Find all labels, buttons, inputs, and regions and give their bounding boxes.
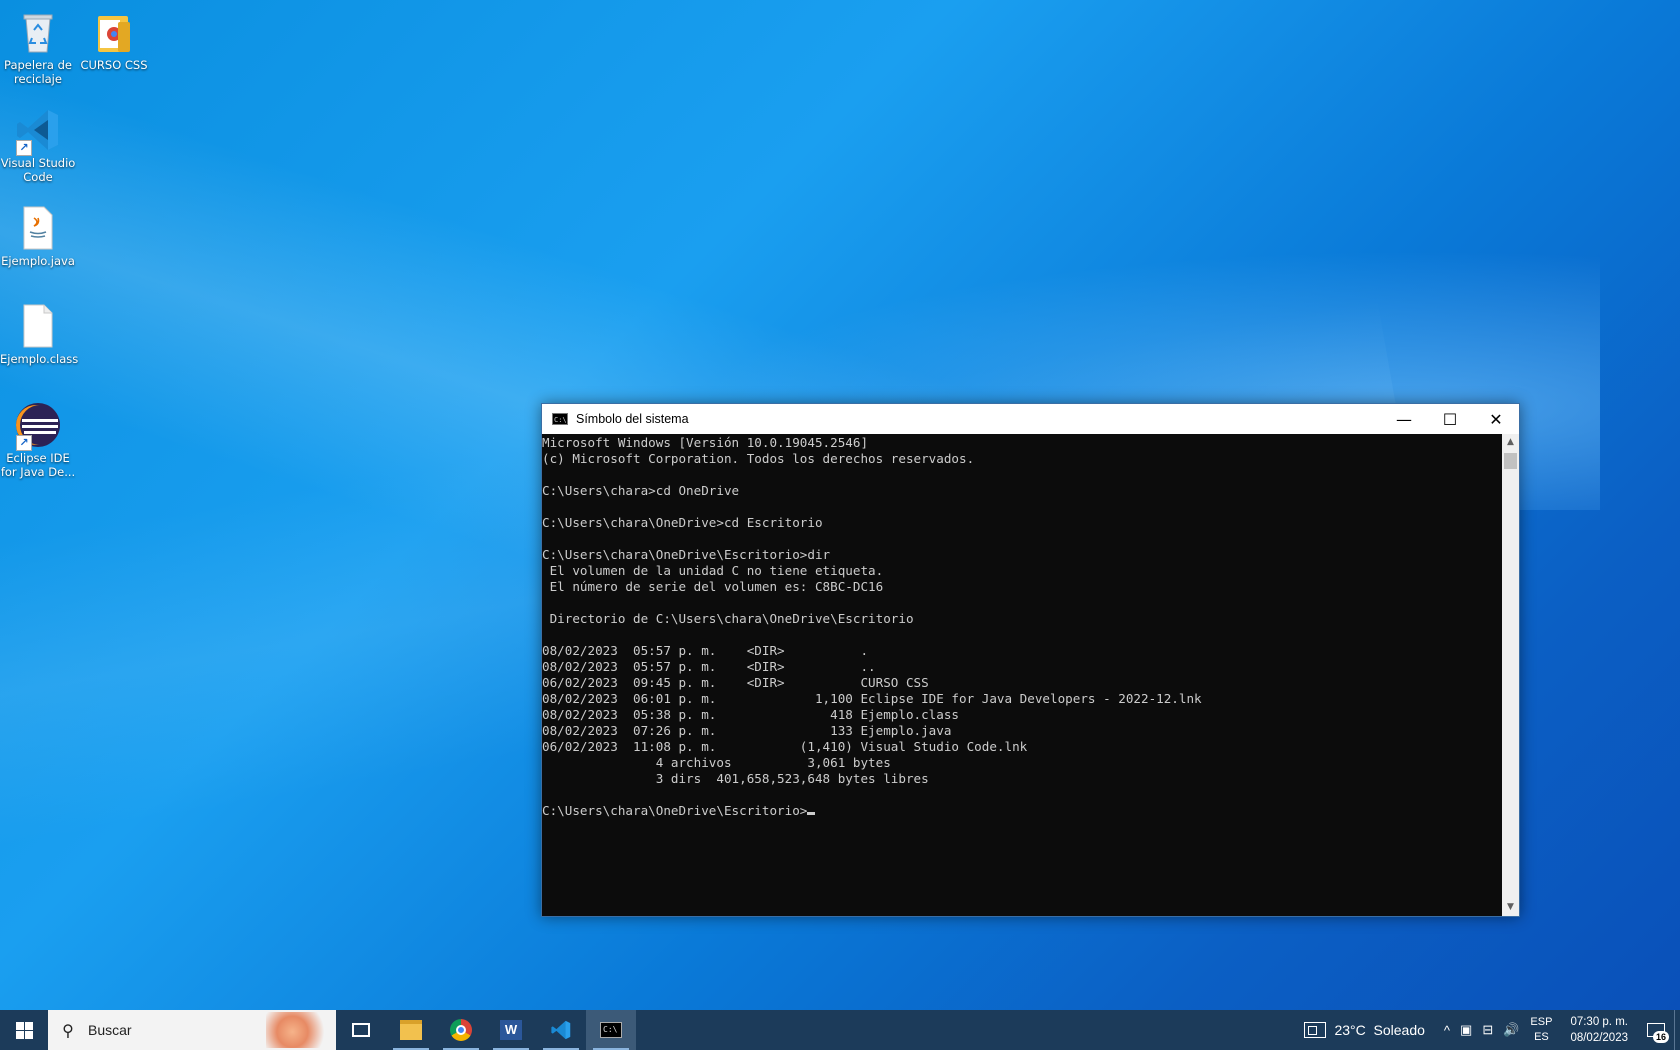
console-line: Microsoft Windows [Versión 10.0.19045.25… xyxy=(542,435,869,450)
console-line: 06/02/2023 09:45 p. m. <DIR> CURSO CSS xyxy=(542,675,929,690)
taskbar-file-explorer[interactable] xyxy=(386,1010,436,1050)
command-prompt-icon: C:\ xyxy=(552,413,568,425)
scroll-up-button[interactable]: ▲ xyxy=(1502,434,1519,451)
network-icon[interactable]: ⊟ xyxy=(1482,1022,1493,1038)
clock-date: 08/02/2023 xyxy=(1570,1032,1628,1044)
taskbar: ⚲ Buscar W C:\ 23°C Soleado ^ ▣ ⊟ 🔊 ESP … xyxy=(0,1010,1680,1050)
desktop-icon-label: Papelera de reciclaje xyxy=(4,58,72,86)
java-file-icon xyxy=(14,204,62,252)
vertical-scrollbar[interactable]: ▲ ▼ xyxy=(1502,434,1519,916)
search-highlight-image xyxy=(266,1012,332,1048)
taskbar-command-prompt[interactable]: C:\ xyxy=(586,1010,636,1050)
console-line: 08/02/2023 06:01 p. m. 1,100 Eclipse IDE… xyxy=(542,691,1202,706)
language-indicator[interactable]: ESP ES xyxy=(1530,1015,1552,1045)
console-line: 3 dirs 401,658,523,648 bytes libres xyxy=(542,771,929,786)
meet-now-icon[interactable]: ▣ xyxy=(1460,1022,1472,1038)
console-line: (c) Microsoft Corporation. Todos los der… xyxy=(542,451,975,466)
weather-temp: 23°C xyxy=(1334,1022,1366,1038)
window-titlebar[interactable]: C:\ Símbolo del sistema — ☐ ✕ xyxy=(542,404,1519,434)
show-desktop-button[interactable] xyxy=(1674,1010,1680,1050)
search-box[interactable]: ⚲ Buscar xyxy=(48,1010,336,1050)
taskbar-word[interactable]: W xyxy=(486,1010,536,1050)
console-line: 4 archivos 3,061 bytes xyxy=(542,755,891,770)
file-explorer-icon xyxy=(400,1020,422,1040)
clock-time: 07:30 p. m. xyxy=(1570,1016,1628,1028)
console-line: 06/02/2023 11:08 p. m. (1,410) Visual St… xyxy=(542,739,1028,754)
recycle-bin-icon xyxy=(14,8,62,56)
close-button[interactable]: ✕ xyxy=(1473,404,1519,434)
desktop-icon-vscode[interactable]: ↗ Visual Studio Code xyxy=(0,100,76,184)
console-line: El volumen de la unidad C no tiene etiqu… xyxy=(542,563,884,578)
desktop-icon-label: Ejemplo.java xyxy=(1,254,75,268)
weather-widget[interactable]: 23°C Soleado xyxy=(1304,1022,1425,1038)
language-code: ESP xyxy=(1530,1016,1553,1028)
console-line: C:\Users\chara>cd OneDrive xyxy=(542,483,740,498)
notifications-button[interactable]: 16 xyxy=(1638,1010,1674,1050)
command-prompt-window[interactable]: C:\ Símbolo del sistema — ☐ ✕ Microsoft … xyxy=(541,403,1520,917)
desktop-icon-ejemplo-class[interactable]: Ejemplo.class xyxy=(0,296,79,366)
system-tray: 23°C Soleado ^ ▣ ⊟ 🔊 ESP ES 07:30 p. m. … xyxy=(1304,1010,1680,1050)
console-line: C:\Users\chara\OneDrive\Escritorio>dir xyxy=(542,547,831,562)
shortcut-arrow-icon: ↗ xyxy=(16,435,32,451)
chrome-icon xyxy=(450,1019,472,1041)
minimize-button[interactable]: — xyxy=(1381,404,1427,434)
eclipse-icon: ↗ xyxy=(14,401,62,451)
console-line: 08/02/2023 05:57 p. m. <DIR> . xyxy=(542,643,869,658)
task-view-button[interactable] xyxy=(336,1010,386,1050)
console-output[interactable]: Microsoft Windows [Versión 10.0.19045.25… xyxy=(542,434,1502,916)
word-icon: W xyxy=(500,1020,522,1040)
shortcut-arrow-icon: ↗ xyxy=(16,140,32,156)
prompt-line[interactable]: C:\Users\chara\OneDrive\Escritorio> xyxy=(542,803,1502,819)
taskbar-vscode[interactable] xyxy=(536,1010,586,1050)
clock[interactable]: 07:30 p. m. 08/02/2023 xyxy=(1570,1014,1628,1046)
window-title: Símbolo del sistema xyxy=(576,412,689,426)
desktop-icon-label: CURSO CSS xyxy=(80,58,148,72)
desktop-icon-label: Ejemplo.class xyxy=(0,352,79,366)
desktop-icon-eclipse[interactable]: ↗ Eclipse IDE for Java De... xyxy=(0,395,76,479)
prompt-text: C:\Users\chara\OneDrive\Escritorio> xyxy=(542,803,808,818)
scrollbar-thumb[interactable] xyxy=(1504,453,1517,469)
weather-icon xyxy=(1304,1022,1327,1038)
start-button[interactable] xyxy=(0,1010,48,1050)
console-line: 08/02/2023 05:38 p. m. 418 Ejemplo.class xyxy=(542,707,960,722)
desktop-icon-label: Eclipse IDE for Java De... xyxy=(0,451,76,479)
console-line: 08/02/2023 05:57 p. m. <DIR> .. xyxy=(542,659,876,674)
folder-icon xyxy=(90,8,138,56)
text-cursor xyxy=(807,812,816,815)
keyboard-layout: ES xyxy=(1534,1031,1549,1043)
volume-icon[interactable]: 🔊 xyxy=(1503,1022,1519,1038)
console-line: 08/02/2023 07:26 p. m. 133 Ejemplo.java xyxy=(542,723,952,738)
console-line: El número de serie del volumen es: C8BC-… xyxy=(542,579,884,594)
desktop-icon-curso-css[interactable]: CURSO CSS xyxy=(76,2,152,72)
taskbar-chrome[interactable] xyxy=(436,1010,486,1050)
console-line: Directorio de C:\Users\chara\OneDrive\Es… xyxy=(542,611,914,626)
desktop-icon-recycle-bin[interactable]: Papelera de reciclaje xyxy=(0,2,76,86)
command-prompt-icon: C:\ xyxy=(600,1022,622,1038)
maximize-button[interactable]: ☐ xyxy=(1427,404,1473,434)
scroll-down-button[interactable]: ▼ xyxy=(1502,899,1519,916)
search-placeholder: Buscar xyxy=(88,1022,132,1038)
search-icon: ⚲ xyxy=(62,1020,74,1040)
file-icon xyxy=(14,302,62,350)
desktop-icon-label: Visual Studio Code xyxy=(0,156,76,184)
desktop-icon-ejemplo-java[interactable]: Ejemplo.java xyxy=(0,198,76,268)
weather-condition: Soleado xyxy=(1373,1022,1425,1038)
chevron-up-icon[interactable]: ^ xyxy=(1444,1023,1450,1038)
task-view-icon xyxy=(352,1023,370,1037)
notification-count: 16 xyxy=(1652,1031,1669,1043)
vscode-icon xyxy=(551,1020,571,1040)
console-line: C:\Users\chara\OneDrive>cd Escritorio xyxy=(542,515,823,530)
vscode-icon: ↗ xyxy=(14,106,62,156)
windows-logo-icon xyxy=(15,1021,33,1039)
